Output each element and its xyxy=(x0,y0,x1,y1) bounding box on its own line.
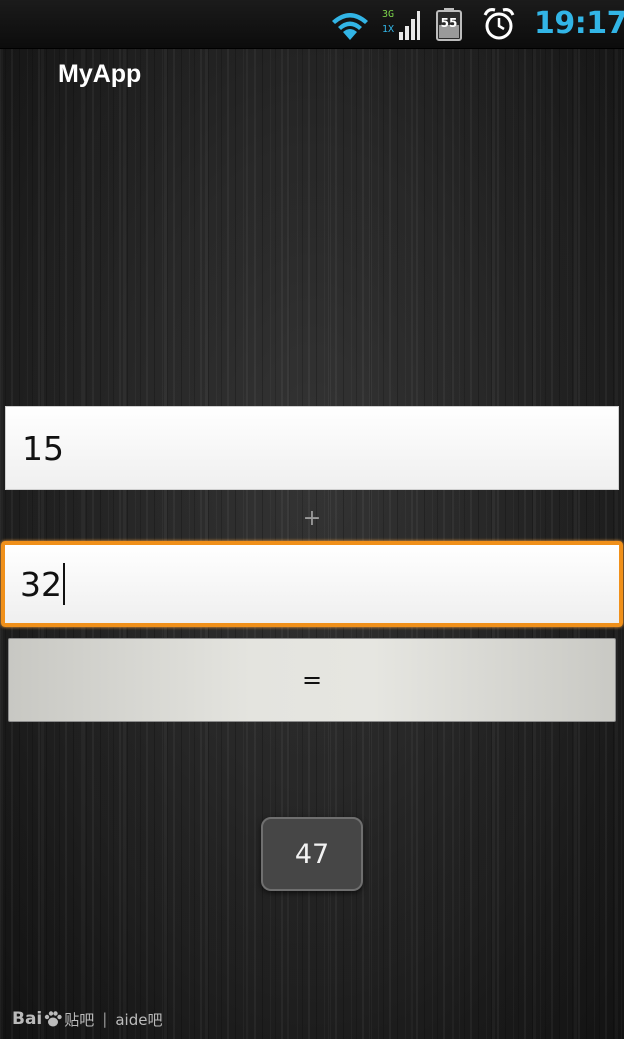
operator-label: + xyxy=(302,506,322,531)
watermark-brand-left: Bai xyxy=(12,1009,43,1029)
second-number-input[interactable]: 32 xyxy=(1,541,623,627)
first-number-value: 15 xyxy=(22,428,64,468)
watermark-separator: | xyxy=(102,1010,108,1028)
paw-icon xyxy=(45,1011,62,1027)
equals-button[interactable]: = xyxy=(8,638,616,722)
app-title: MyApp xyxy=(58,60,142,88)
signal-icon: 3G 1X xyxy=(382,9,420,40)
first-number-input[interactable]: 15 xyxy=(5,406,619,490)
status-bar: 3G 1X 55 19:17 xyxy=(0,0,624,49)
status-clock: 19:17 xyxy=(534,6,624,41)
text-cursor xyxy=(63,563,65,605)
svg-text:1X: 1X xyxy=(382,24,394,35)
watermark: Bai 贴吧 | aide吧 xyxy=(12,1006,162,1032)
second-number-value: 32 xyxy=(20,564,62,604)
svg-text:55: 55 xyxy=(441,16,458,30)
watermark-forum: aide吧 xyxy=(115,1010,163,1029)
app-screen: 3G 1X 55 19:17 MyApp 15 + 32 = 47 Bai 贴吧… xyxy=(0,0,624,1039)
wifi-icon xyxy=(332,13,368,40)
alarm-icon xyxy=(483,8,515,40)
battery-icon: 55 xyxy=(436,8,462,41)
result-toast: 47 xyxy=(261,817,363,891)
watermark-brand-right: 贴吧 xyxy=(64,1010,95,1029)
svg-text:3G: 3G xyxy=(382,9,394,20)
